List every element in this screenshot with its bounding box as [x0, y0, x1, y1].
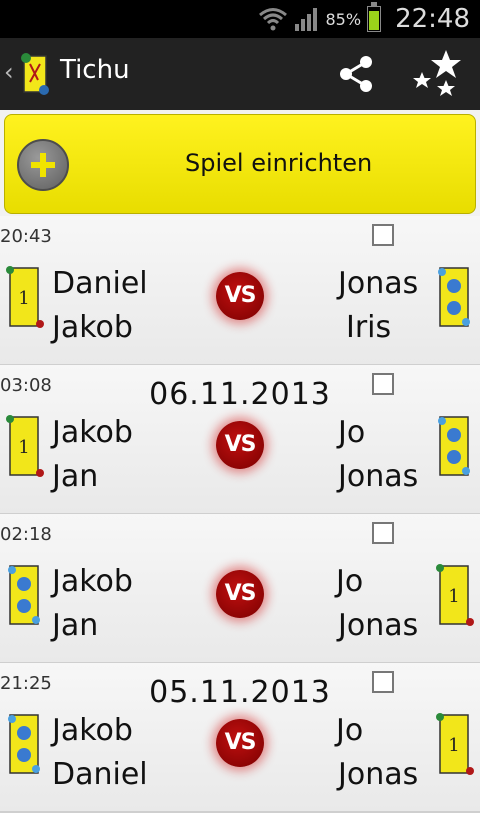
action-bar: ‹ Tichu — [0, 38, 480, 110]
vs-badge: VS — [216, 719, 264, 767]
dogs-card-icon — [8, 714, 40, 774]
right-player-2: Jonas — [338, 459, 419, 494]
mahjong-card-icon: 1 — [436, 713, 474, 775]
game-row[interactable]: 03:08 06.11.2013 1 Jakob Jan VS Jo Jonas — [0, 365, 480, 515]
left-player-1: Daniel — [52, 266, 148, 301]
app-title: Tichu — [60, 55, 130, 85]
svg-text:1: 1 — [448, 735, 459, 756]
wifi-icon — [258, 8, 287, 31]
right-player-2: Iris — [346, 310, 392, 345]
dogs-card-icon — [438, 416, 470, 476]
svg-text:1: 1 — [448, 586, 459, 607]
game-row[interactable]: 21:25 05.11.2013 Jakob Daniel VS Jo Jona… — [0, 663, 480, 813]
status-bar: 85% 22:48 — [0, 0, 480, 38]
left-player-2: Jan — [52, 459, 99, 494]
game-checkbox[interactable] — [372, 224, 394, 246]
mahjong-card-icon: 1 — [6, 415, 44, 477]
game-row[interactable]: 20:43 1 Daniel Jakob VS Jonas Iris — [0, 216, 480, 366]
left-player-2: Jakob — [52, 310, 133, 345]
mahjong-card-icon: 1 — [6, 266, 44, 328]
left-player-1: Jakob — [52, 564, 133, 599]
game-checkbox[interactable] — [372, 671, 394, 693]
game-checkbox[interactable] — [372, 373, 394, 395]
right-player-2: Jonas — [338, 757, 419, 792]
game-row[interactable]: 02:18 Jakob Jan VS Jo Jonas 1 — [0, 514, 480, 664]
battery-icon — [367, 2, 382, 32]
vs-badge: VS — [216, 272, 264, 320]
setup-game-button[interactable]: Spiel einrichten — [4, 114, 476, 214]
vs-badge: VS — [216, 570, 264, 618]
left-player-1: Jakob — [52, 415, 133, 450]
game-date: 06.11.2013 — [149, 377, 331, 412]
svg-text:1: 1 — [18, 288, 29, 309]
mahjong-card-icon: 1 — [436, 564, 474, 626]
setup-game-label: Spiel einrichten — [185, 149, 373, 177]
signal-icon — [294, 8, 317, 31]
dogs-card-icon — [8, 565, 40, 625]
vs-badge: VS — [216, 421, 264, 469]
battery-percent: 85% — [325, 9, 362, 29]
status-icons: 85% 22:48 — [258, 0, 470, 38]
right-player-1: Jo — [338, 415, 366, 450]
right-player-2: Jonas — [338, 608, 419, 643]
svg-text:1: 1 — [18, 437, 29, 458]
game-time: 02:18 — [0, 524, 52, 545]
plus-icon — [17, 139, 69, 191]
left-player-1: Jakob — [52, 713, 133, 748]
game-checkbox[interactable] — [372, 522, 394, 544]
right-player-1: Jo — [336, 564, 364, 599]
clock: 22:48 — [395, 4, 470, 34]
dogs-card-icon — [438, 267, 470, 327]
right-player-1: Jonas — [338, 266, 419, 301]
favorites-stars-icon[interactable] — [410, 48, 466, 100]
game-time: 20:43 — [0, 226, 52, 247]
left-player-2: Jan — [52, 608, 99, 643]
back-icon[interactable]: ‹ — [4, 58, 14, 86]
app-logo-icon[interactable] — [18, 50, 52, 96]
game-date: 05.11.2013 — [149, 675, 331, 710]
left-player-2: Daniel — [52, 757, 148, 792]
share-icon[interactable] — [334, 52, 378, 96]
right-player-1: Jo — [336, 713, 364, 748]
